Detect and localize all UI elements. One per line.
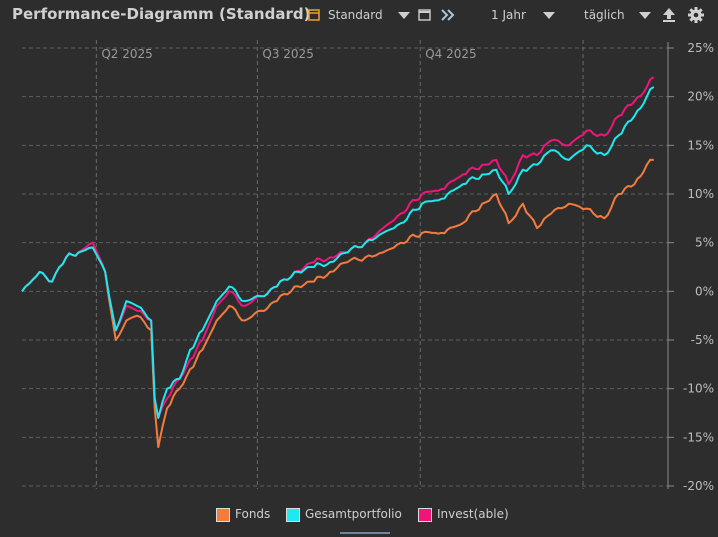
interval-chevron-down-icon[interactable] [639, 12, 651, 20]
legend-swatch-gesamtportfolio [286, 508, 300, 522]
legend-focus-indicator [340, 532, 390, 534]
series-line-gesamtportfolio [21, 86, 655, 419]
performance-chart[interactable]: 25% 20% 15% 10% 5% 0% -5% -10% -15% -20% Q2 2025 Q3… [0, 0, 718, 537]
quarter-label: Q2 2025 [101, 47, 152, 61]
y-tick-label: 10% [687, 187, 714, 201]
quarter-label: Q4 2025 [425, 47, 476, 61]
y-tick-label: -15% [683, 430, 714, 444]
y-tick-label: 15% [687, 138, 714, 152]
chart-legend: Fonds Gesamtportfolio Invest(able) [0, 505, 718, 527]
y-tick-label: -20% [683, 479, 714, 493]
series-line-investable [21, 76, 655, 419]
legend-swatch-fonds [216, 508, 230, 522]
y-tick-label: 25% [687, 41, 714, 55]
legend-label-fonds: Fonds [235, 507, 271, 521]
y-tick-label: -10% [683, 382, 714, 396]
chevron-down-icon[interactable] [398, 12, 410, 20]
export-icon[interactable] [662, 7, 676, 23]
series-line-fonds [21, 158, 654, 449]
chart-title: Performance-Diagramm (Standard) [12, 5, 311, 23]
calendar-icon[interactable] [308, 9, 320, 21]
double-chevron-right-icon[interactable] [440, 9, 456, 21]
y-tick-label: -5% [691, 333, 714, 347]
quarter-label: Q3 2025 [262, 47, 313, 61]
view-select[interactable]: Standard [328, 8, 383, 22]
interval-select[interactable]: täglich [584, 8, 625, 22]
period-chevron-down-icon[interactable] [543, 12, 555, 20]
legend-swatch-investable [418, 508, 432, 522]
gear-icon[interactable] [688, 7, 704, 23]
y-tick-label: 0% [695, 284, 714, 298]
y-tick-label: 20% [687, 90, 714, 104]
legend-label-gesamtportfolio: Gesamtportfolio [305, 507, 402, 521]
chart-toolbar: Performance-Diagramm (Standard) Standard… [0, 0, 718, 30]
window-icon[interactable] [418, 9, 431, 21]
legend-label-investable: Invest(able) [437, 507, 509, 521]
y-tick-label: 5% [695, 236, 714, 250]
period-select[interactable]: 1 Jahr [491, 8, 526, 22]
